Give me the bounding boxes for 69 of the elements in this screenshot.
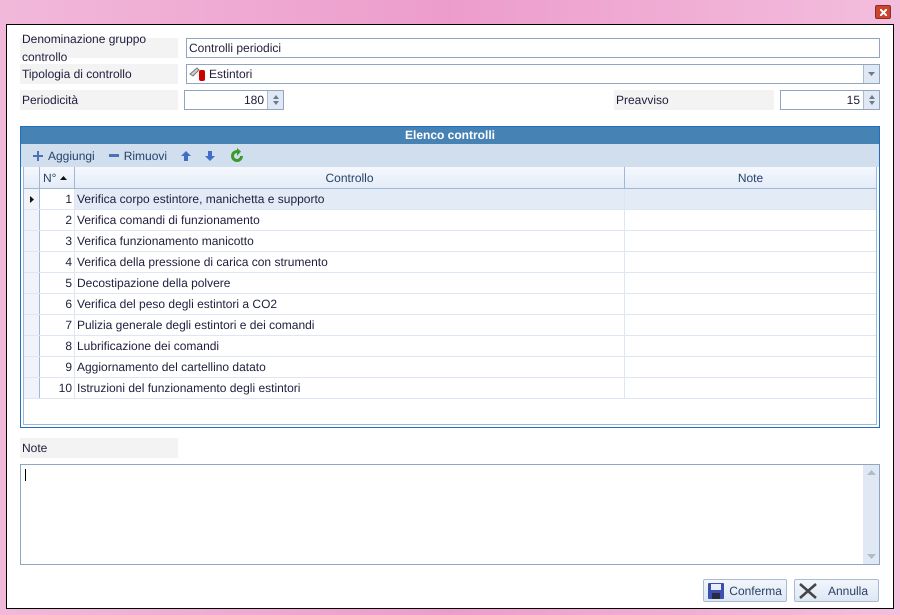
table-cell: 8 [40, 336, 75, 356]
up-arrow-icon [272, 95, 278, 99]
table-cell: Pulizia generale degli estintori e dei comandi [75, 315, 625, 335]
down-arrow-icon [868, 101, 874, 105]
field-label: Tipologia di controllo [20, 64, 178, 84]
table-cell: Verifica comandi di funzionamento [75, 210, 625, 230]
table-row[interactable]: 6 Verifica del peso degli estintori a CO2 [24, 294, 876, 315]
table-row[interactable]: 1 Verifica corpo estintore, manichetta e supporto [24, 189, 876, 210]
up-arrow-icon [866, 470, 876, 475]
close-button[interactable] [875, 5, 891, 19]
table-row[interactable]: 7 Pulizia generale degli estintori e dei comandi [24, 315, 876, 336]
field-label: Periodicità [20, 90, 178, 110]
row-indicator-icon [30, 196, 34, 202]
table-cell: Istruzioni del funzionamento degli estintori [75, 378, 625, 398]
spin-buttons[interactable] [267, 91, 283, 109]
table-cell: 7 [40, 315, 75, 335]
table-cell: Aggiornamento del cartellino datato [75, 357, 625, 377]
refresh-icon[interactable] [229, 148, 246, 164]
up-arrow-icon [868, 95, 874, 99]
remove-button[interactable]: Rimuovi [108, 146, 168, 164]
table-cell: Verifica della pressione di carica con strumento [75, 252, 625, 272]
field-label: Note [20, 438, 178, 458]
table-row[interactable]: 4 Verifica della pressione di carica con strumento [24, 252, 876, 273]
table-cell: Lubrificazione dei comandi [75, 336, 625, 356]
notes-field[interactable] [20, 464, 880, 565]
table-cell: Verifica del peso degli estintori a CO2 [75, 294, 625, 314]
table-cell: Verifica corpo estintore, manichetta e supporto [75, 189, 625, 209]
text-field[interactable]: Controlli periodici [186, 38, 880, 58]
table-row[interactable]: 3 Verifica funzionamento manicotto [24, 231, 876, 252]
number-field[interactable]: 15 [780, 90, 880, 110]
table-row[interactable]: 9 Aggiornamento del cartellino datato [24, 357, 876, 378]
table-row[interactable]: 10 Istruzioni del funzionamento degli estintori [24, 378, 876, 399]
table-cell: 2 [40, 210, 75, 230]
column-header[interactable]: Note [625, 167, 876, 188]
close-icon [880, 8, 886, 16]
dropdown-button[interactable] [863, 65, 879, 83]
table-cell: 3 [40, 231, 75, 251]
add-button[interactable]: Aggiungi [33, 146, 95, 164]
table-cell: 9 [40, 357, 75, 377]
down-arrow-icon [272, 101, 278, 105]
cancel-button[interactable]: Annulla [794, 579, 879, 602]
table-cell: 6 [40, 294, 75, 314]
down-arrow-icon [866, 554, 876, 559]
down-arrow-icon[interactable] [205, 150, 216, 160]
column-header[interactable]: Controllo [75, 167, 625, 188]
up-arrow-icon[interactable] [181, 150, 192, 160]
table-row[interactable]: 2 Verifica comandi di funzionamento [24, 210, 876, 231]
column-header[interactable]: N° [40, 167, 75, 188]
scrollbar[interactable] [863, 465, 879, 564]
table-cell: Decostipazione della polvere [75, 273, 625, 293]
spin-buttons[interactable] [863, 91, 879, 109]
minus-icon [108, 154, 119, 158]
dropdown-field[interactable]: Estintori [186, 64, 880, 84]
field-label: Preavviso [614, 90, 774, 110]
table-row[interactable]: 5 Decostipazione della polvere [24, 273, 876, 294]
table-cell: 1 [40, 189, 75, 209]
number-field[interactable]: 180 [184, 90, 284, 110]
plus-icon [33, 150, 43, 160]
table-cell: 10 [40, 378, 75, 398]
grid-title: Elenco controlli [21, 127, 879, 144]
caret-icon [868, 72, 875, 76]
confirm-button[interactable]: Conferma [703, 579, 787, 602]
table-cell: 4 [40, 252, 75, 272]
cross-icon [798, 582, 817, 598]
table-row[interactable]: 8 Lubrificazione dei comandi [24, 336, 876, 357]
table-cell: Verifica funzionamento manicotto [75, 231, 625, 251]
sort-arrow-icon [60, 176, 68, 180]
extinguisher-icon [189, 66, 207, 82]
table-cell: 5 [40, 273, 75, 293]
